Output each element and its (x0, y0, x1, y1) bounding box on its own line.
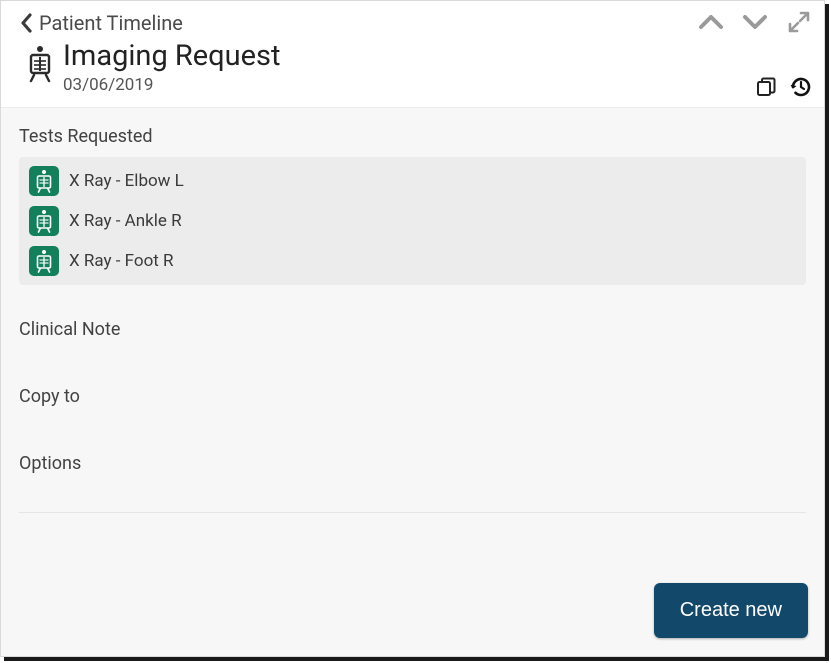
tests-requested-label: Tests Requested (19, 126, 806, 147)
breadcrumb[interactable]: Patient Timeline (39, 11, 183, 35)
page-title: Imaging Request (63, 41, 280, 73)
copy-to-section[interactable]: Copy to (19, 386, 806, 407)
test-row[interactable]: X Ray - Foot R (25, 241, 800, 281)
test-row[interactable]: X Ray - Ankle R (25, 201, 800, 241)
tests-list: X Ray - Elbow L X Ray - Ankle R (19, 157, 806, 285)
previous-record-icon[interactable] (698, 9, 724, 35)
panel-footer: Create new (1, 569, 824, 656)
test-label: X Ray - Elbow L (69, 171, 184, 191)
header-nav-icons (698, 9, 812, 35)
panel-header: Patient Timeline (1, 1, 824, 108)
create-new-button[interactable]: Create new (654, 583, 808, 638)
history-icon[interactable] (788, 75, 812, 99)
clinical-note-section[interactable]: Clinical Note (19, 319, 806, 340)
test-row[interactable]: X Ray - Elbow L (25, 161, 800, 201)
test-label: X Ray - Ankle R (69, 211, 182, 231)
xray-icon (29, 166, 59, 196)
footer-divider (19, 512, 806, 513)
request-date: 03/06/2019 (63, 75, 280, 95)
imaging-request-icon (17, 41, 63, 83)
test-label: X Ray - Foot R (69, 251, 174, 271)
next-record-icon[interactable] (742, 9, 768, 35)
panel-body: Tests Requested X Ray - Elbow L (1, 108, 824, 569)
xray-icon (29, 206, 59, 236)
expand-icon[interactable] (786, 9, 812, 35)
imaging-request-panel: Patient Timeline (0, 0, 825, 657)
options-section[interactable]: Options (19, 453, 806, 474)
title-block: Imaging Request 03/06/2019 (63, 41, 280, 95)
back-chevron-icon[interactable] (17, 11, 35, 35)
header-top-row: Patient Timeline (17, 9, 808, 37)
copy-icon[interactable] (754, 75, 778, 99)
header-action-icons (754, 75, 812, 99)
title-row: Imaging Request 03/06/2019 (17, 41, 808, 95)
xray-icon (29, 246, 59, 276)
